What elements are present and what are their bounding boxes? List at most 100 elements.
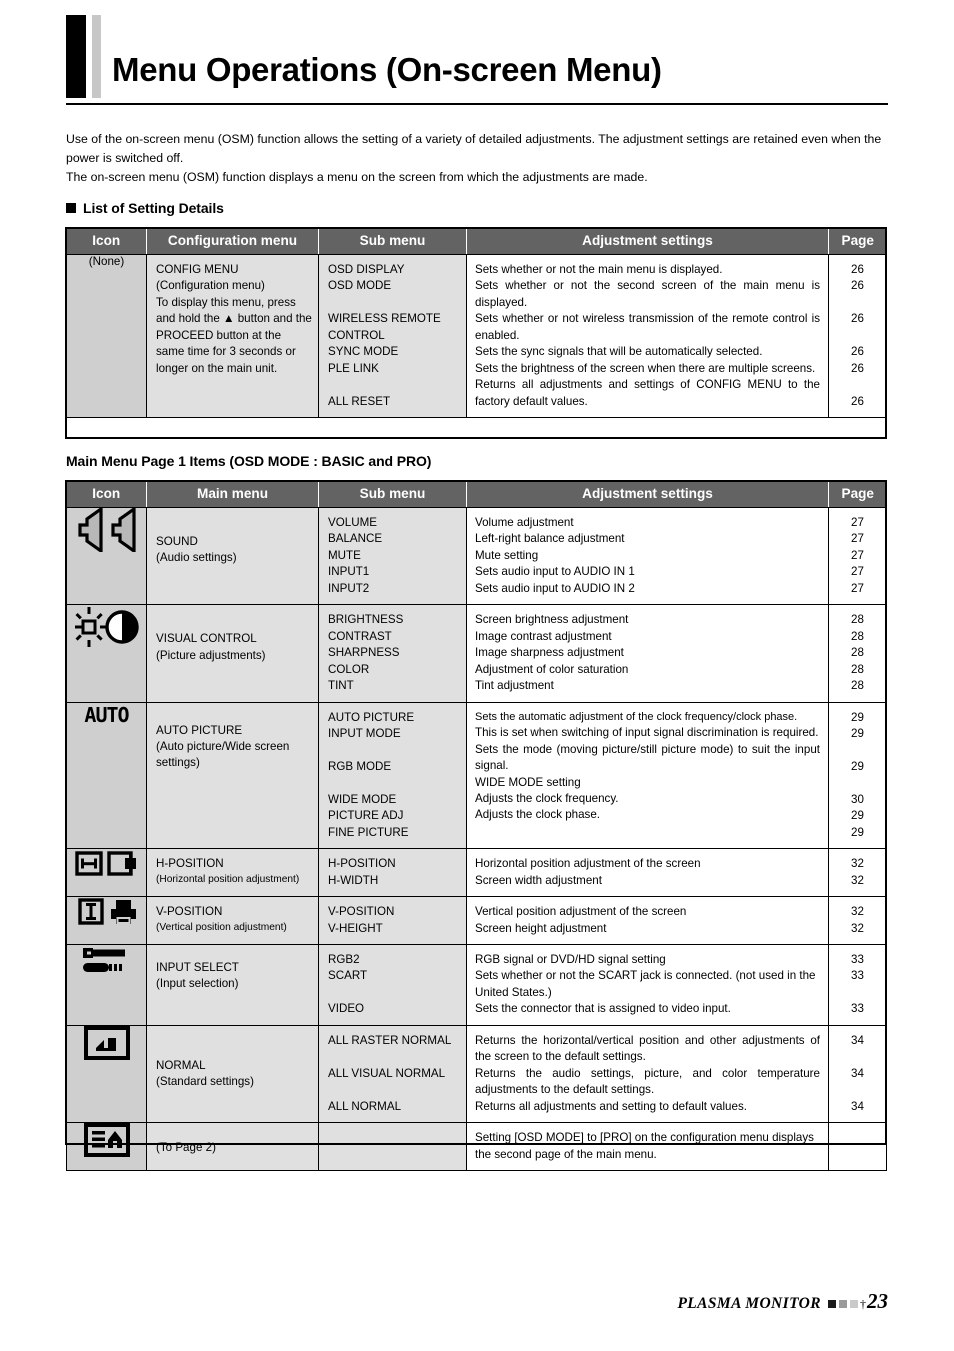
page-number: 28 (851, 646, 864, 660)
sub-menu-item: COLOR (328, 662, 370, 676)
adjustment-text: RGB signal or DVD/HD signal setting (475, 953, 666, 966)
sub-menu-item: ALL RESET (328, 394, 391, 408)
adjustment-text: Left-right balance adjustment (475, 532, 625, 546)
intro-line-2: The on-screen menu (OSM) function displa… (66, 170, 648, 185)
col-header-sub-menu: Sub menu (318, 228, 467, 255)
sub-menu-item: CONTRAST (328, 629, 392, 643)
sound-speakers-icon (77, 508, 136, 552)
sub-menu-item: H-POSITION (328, 857, 396, 871)
sub-menu-cell: BRIGHTNESS CONTRAST SHARPNESS COLOR TINT (318, 604, 467, 703)
sub-menu-item: VOLUME (328, 516, 377, 529)
config-menu-table: Icon Configuration menu Sub menu Adjustm… (66, 228, 887, 419)
page-footer: PLASMA MONITOR † 23 (677, 1289, 888, 1314)
title-black-bar (66, 15, 86, 98)
sub-menu-item: ALL RASTER NORMAL (328, 1033, 452, 1047)
input-select-wrench-icon (82, 948, 125, 972)
normal-reset-icon (83, 1025, 130, 1060)
sub-menu-item: WIDE MODE (328, 792, 397, 806)
adjustment-text: Adjusts the clock frequency. (475, 791, 619, 805)
page-number: 29 (851, 726, 864, 740)
sub-menu-item: H-WIDTH (328, 873, 379, 887)
sub-menu-item: PICTURE ADJ (328, 809, 404, 823)
config-menu-subtitle: (Configuration menu) (156, 279, 265, 293)
adjustment-text: Sets the brightness of the screen when t… (475, 361, 816, 375)
main-menu-title: AUTO PICTURE (156, 723, 243, 737)
adjustment-text: Volume adjustment (475, 516, 574, 529)
col-header-adjustment-settings: Adjustment settings (466, 481, 829, 508)
icon-cell-v-position (66, 896, 147, 945)
page-title-block: Menu Operations (On-screen Menu) (66, 15, 888, 111)
main-menu-subtitle: (Standard settings) (156, 1075, 254, 1089)
main-menu-cell: V-POSITION (Vertical position adjustment… (146, 896, 319, 945)
sub-menu-item: INPUT1 (328, 565, 370, 579)
adjustment-settings-cell: Horizontal position adjustment of the sc… (466, 848, 829, 898)
adjustment-text: WIDE MODE setting (475, 775, 581, 789)
main-menu-cell: INPUT SELECT (Input selection) (146, 944, 319, 1026)
sub-menu-cell (318, 1122, 467, 1172)
adjustment-text: Sets audio input to AUDIO IN 2 (475, 581, 635, 595)
page-number: 26 (851, 279, 864, 293)
icon-cell-none: (None) (66, 253, 147, 419)
table-row: VISUAL CONTROL (Picture adjustments) BRI… (66, 604, 887, 703)
icon-cell-to-page-2 (66, 1122, 147, 1172)
main-menu-title: INPUT SELECT (156, 961, 239, 974)
page-number: 27 (851, 532, 864, 546)
adjustment-text: Sets the automatic adjustment of the clo… (475, 710, 798, 723)
h-position-icon (74, 851, 136, 876)
table-row: NORMAL (Standard settings) ALL RASTER NO… (66, 1024, 887, 1124)
none-text: (None) (88, 255, 125, 268)
footer-dagger-icon: † (860, 1297, 866, 1311)
adjustment-text: Returns all adjustments and setting to d… (475, 1099, 747, 1113)
sub-menu-item: INPUT2 (328, 581, 370, 595)
col-header-page: Page (828, 228, 887, 255)
adjustment-text: Sets whether or not the second screen of… (475, 279, 820, 309)
page-number: 29 (851, 809, 864, 823)
adjustment-text: Screen brightness adjustment (475, 613, 629, 627)
page-number: 34 (851, 1033, 864, 1047)
footer-brand: PLASMA MONITOR (677, 1295, 821, 1312)
adjustment-settings-cell: Vertical position adjustment of the scre… (466, 896, 829, 945)
page-number: 33 (851, 1002, 864, 1016)
table-row: SOUND (Audio settings) VOLUME BALANCE MU… (66, 506, 887, 606)
footer-square-2-icon (839, 1300, 847, 1308)
config-menu-title: CONFIG MENU (156, 263, 239, 276)
icon-cell-input-select (66, 944, 147, 1026)
adjustment-text: Adjustment of color saturation (475, 662, 629, 676)
page-number: 26 (851, 263, 864, 276)
page-title: Menu Operations (On-screen Menu) (112, 51, 662, 88)
sub-menu-cell: AUTO PICTURE INPUT MODE RGB MODE WIDE MO… (318, 701, 467, 850)
col-header-config-menu: Configuration menu (146, 228, 319, 255)
col-header-main-menu: Main menu (146, 481, 319, 508)
page-number: 34 (851, 1099, 864, 1113)
table-row: V-POSITION (Vertical position adjustment… (66, 896, 887, 945)
page-number: 27 (851, 548, 864, 562)
sub-menu-item: RGB2 (328, 953, 360, 966)
main-menu-title: V-POSITION (156, 905, 223, 919)
page-number: 27 (851, 516, 864, 529)
icon-cell-sound (66, 506, 147, 606)
sub-menu-cell: RGB2 SCART VIDEO (318, 944, 467, 1026)
page-number: 26 (851, 345, 864, 359)
brightness-contrast-icon (74, 607, 139, 648)
adjustment-text: Horizontal position adjustment of the sc… (475, 857, 701, 871)
page-number: 29 (851, 710, 864, 724)
col-header-page: Page (828, 481, 887, 508)
sub-menu-item: PLE LINK (328, 361, 379, 375)
sub-menu-item: SHARPNESS (328, 646, 400, 660)
page-number-cell: 32 32 (828, 848, 887, 898)
intro-line-1: Use of the on-screen menu (OSM) function… (66, 132, 882, 166)
adjustment-text: Image sharpness adjustment (475, 646, 624, 660)
adjustment-settings-cell: Volume adjustment Left-right balance adj… (466, 506, 829, 606)
title-divider (66, 103, 888, 105)
adjustment-settings-cell: Setting [OSD MODE] to [PRO] on the confi… (466, 1122, 829, 1172)
main-menu-title: NORMAL (156, 1058, 206, 1072)
adjustment-text: Tint adjustment (475, 679, 554, 693)
sub-menu-item: SCART (328, 969, 368, 983)
sub-menu-item: V-HEIGHT (328, 921, 383, 935)
page-number: 30 (851, 792, 864, 806)
adjustment-text: Sets the sync signals that will be autom… (475, 345, 763, 359)
main-menu-subtitle: (Audio settings) (156, 551, 237, 565)
page-number: 32 (851, 921, 864, 935)
col-header-sub-menu: Sub menu (318, 481, 467, 508)
page-number: 32 (851, 905, 864, 919)
